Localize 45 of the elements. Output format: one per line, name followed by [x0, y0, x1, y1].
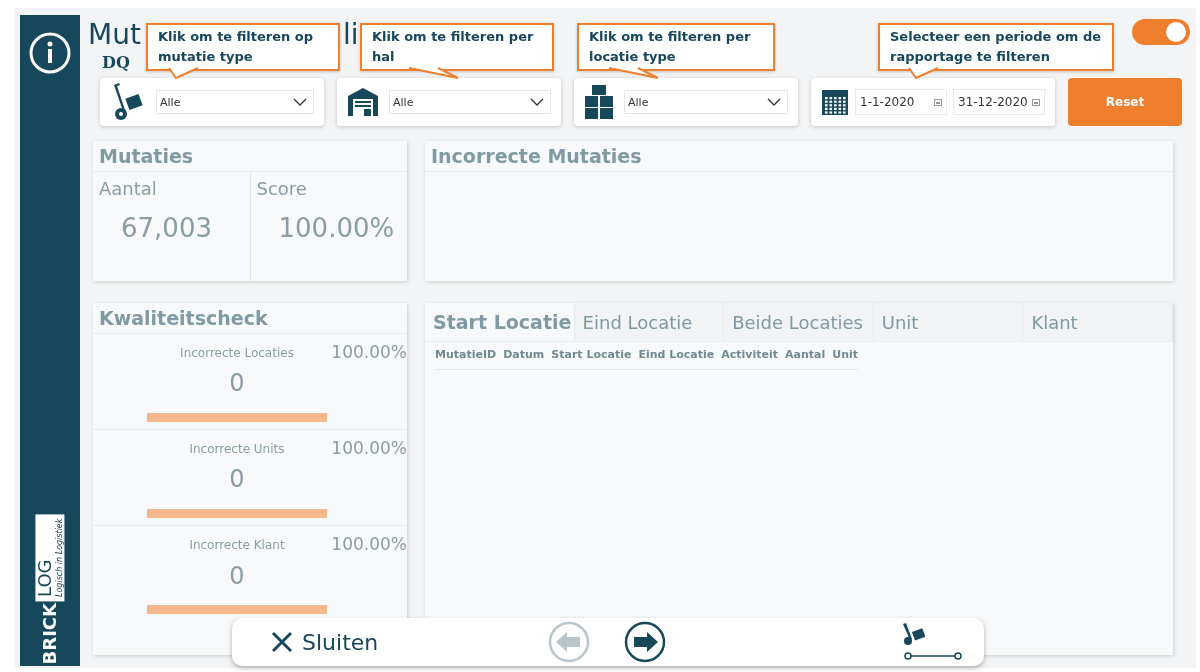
- stat-label: Aantal: [99, 178, 158, 199]
- column-header: Eind Locatie: [638, 348, 715, 361]
- calendar-icon[interactable]: [934, 98, 942, 106]
- next-button[interactable]: [624, 621, 667, 663]
- calendar-icon[interactable]: [1032, 98, 1040, 106]
- stat-value: 67,003: [121, 213, 213, 243]
- date-field[interactable]: 31-12-2020: [953, 89, 1045, 115]
- page-subtitle: DQ: [102, 53, 130, 74]
- card-title: Incorrecte Mutaties: [425, 141, 1173, 172]
- close-button[interactable]: Sluiten: [270, 629, 379, 655]
- check-count: 0: [228, 369, 246, 400]
- check-label: Incorrecte Units: [188, 442, 286, 458]
- card-title: Mutaties: [93, 141, 407, 172]
- check-label: Incorrecte Klant: [188, 538, 286, 554]
- close-icon: [270, 630, 294, 654]
- warehouse-icon: [347, 87, 379, 117]
- boxes-icon: [584, 84, 614, 120]
- check-label: Incorrecte Locaties: [179, 346, 295, 362]
- chevron-icon: [530, 98, 544, 106]
- check-percent: 100.00%: [330, 342, 407, 364]
- column-header: Activiteit: [721, 348, 778, 361]
- card-title: Kwaliteitscheck: [93, 303, 407, 334]
- chevron-icon: [293, 98, 307, 106]
- check-percent: 100.00%: [330, 534, 407, 556]
- column-header: MutatieID: [435, 348, 497, 361]
- filter-dropdown[interactable]: Alle: [624, 90, 788, 114]
- calendar-icon: [821, 88, 849, 116]
- page-title: li: [342, 17, 359, 53]
- chevron-icon: [767, 98, 781, 106]
- logo: BRICK LOG Logisch in Logistiek: [35, 514, 65, 664]
- stat-label: Score: [256, 178, 308, 199]
- column-header: Aantal: [785, 348, 826, 361]
- check-percent: 100.00%: [330, 438, 407, 460]
- check-count: 0: [228, 561, 246, 592]
- filter-dropdown[interactable]: Alle: [389, 90, 551, 114]
- column-header: Start Locatie: [551, 348, 632, 361]
- date-field[interactable]: 1-1-2020: [855, 89, 947, 115]
- column-header: Datum: [503, 348, 545, 361]
- filter-dropdown[interactable]: Alle: [156, 90, 314, 114]
- check-count: 0: [228, 465, 246, 496]
- column-header: Unit: [832, 348, 858, 361]
- filters-toggle[interactable]: [1132, 19, 1190, 45]
- page-title: Mut: [88, 17, 141, 53]
- stat-value: 100.00%: [278, 213, 396, 243]
- info-icon[interactable]: [28, 31, 72, 75]
